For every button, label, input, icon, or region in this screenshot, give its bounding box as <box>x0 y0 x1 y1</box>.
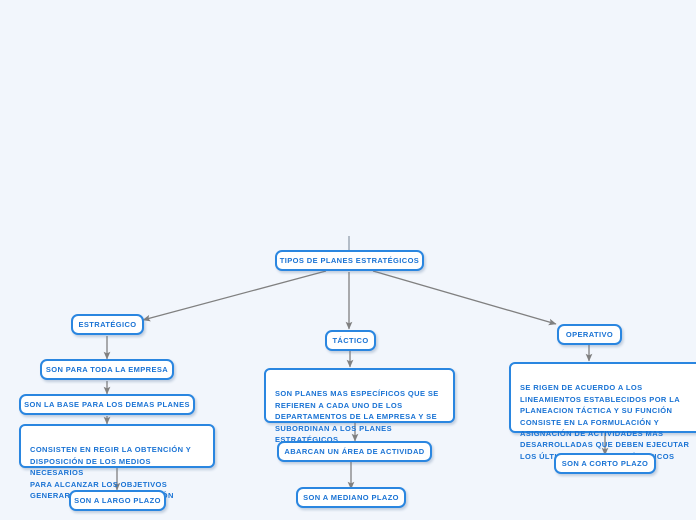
node-tactico-2[interactable]: ABARCAN UN ÁREA DE ACTIVIDAD <box>277 441 432 462</box>
node-operativo-2-label: SON A CORTO PLAZO <box>561 458 649 468</box>
connector-root-to-operativo <box>372 270 557 326</box>
node-tactico-2-label: ABARCAN UN ÁREA DE ACTIVIDAD <box>284 446 425 456</box>
node-estrategico-heading[interactable]: ESTRATÉGICO <box>71 314 144 335</box>
node-tactico-heading[interactable]: TÁCTICO <box>325 330 376 351</box>
node-estrategico-1[interactable]: SON PARA TODA LA EMPRESA <box>40 359 174 380</box>
node-tactico-1-label: SON PLANES MAS ESPECÍFICOS QUE SE REFIER… <box>275 389 439 444</box>
node-estrategico-2[interactable]: SON LA BASE PARA LOS DEMAS PLANES <box>19 394 195 415</box>
node-estrategico-1-label: SON PARA TODA LA EMPRESA <box>45 364 169 374</box>
node-tactico-3-label: SON A MEDIANO PLAZO <box>303 492 399 502</box>
node-estrategico-4-label: SON A LARGO PLAZO <box>74 495 161 505</box>
node-tactico-heading-label: TÁCTICO <box>332 335 369 345</box>
node-estrategico-2-label: SON LA BASE PARA LOS DEMAS PLANES <box>24 399 190 409</box>
connector-root-to-estrategico <box>142 270 327 322</box>
node-operativo-heading-label: OPERATIVO <box>565 329 614 339</box>
node-estrategico-heading-label: ESTRATÉGICO <box>78 319 137 329</box>
node-tactico-3[interactable]: SON A MEDIANO PLAZO <box>296 487 406 508</box>
node-operativo-2[interactable]: SON A CORTO PLAZO <box>554 453 656 474</box>
mindmap-canvas: TIPOS DE PLANES ESTRATÉGICOS ESTRATÉGICO… <box>0 0 696 520</box>
node-tactico-1[interactable]: SON PLANES MAS ESPECÍFICOS QUE SE REFIER… <box>264 368 455 444</box>
node-root-label: TIPOS DE PLANES ESTRATÉGICOS <box>279 255 420 265</box>
node-root[interactable]: TIPOS DE PLANES ESTRATÉGICOS <box>275 250 424 271</box>
node-estrategico-3[interactable]: CONSISTEN EN REGIR LA OBTENCIÓN Y DISPOS… <box>19 424 215 500</box>
node-operativo-1[interactable]: SE RIGEN DE ACUERDO A LOS LINEAMIENTOS E… <box>509 362 696 461</box>
node-operativo-heading[interactable]: OPERATIVO <box>557 324 622 345</box>
node-operativo-1-label: SE RIGEN DE ACUERDO A LOS LINEAMIENTOS E… <box>520 383 690 461</box>
node-estrategico-4[interactable]: SON A LARGO PLAZO <box>69 490 166 511</box>
